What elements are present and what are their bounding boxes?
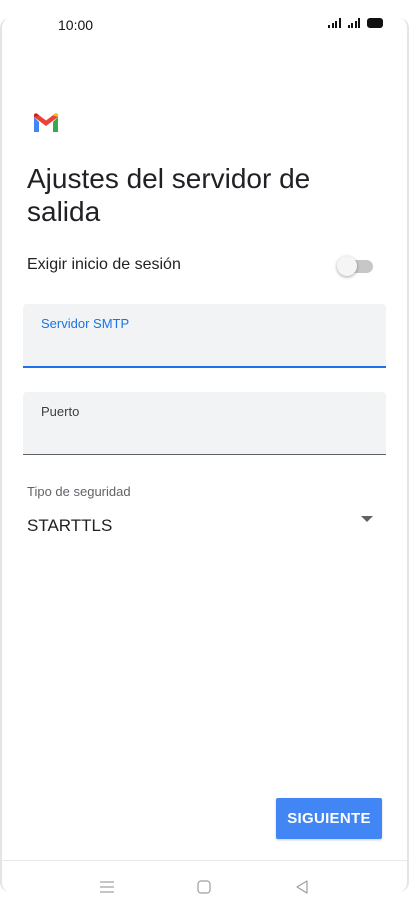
home-icon[interactable] — [192, 875, 216, 899]
battery-icon — [367, 18, 383, 28]
page-title: Ajustes del servidor de salida — [27, 163, 311, 227]
next-button[interactable]: SIGUIENTE — [276, 798, 382, 839]
port-label: Puerto — [41, 404, 80, 419]
require-login-toggle[interactable] — [337, 256, 373, 276]
security-type-dropdown[interactable]: STARTTLS — [27, 510, 373, 540]
menu-icon[interactable] — [95, 875, 119, 899]
gmail-icon — [33, 113, 59, 133]
device-edge-right — [399, 18, 409, 892]
back-icon[interactable] — [290, 875, 314, 899]
dropdown-arrow-icon — [361, 516, 373, 522]
port-input[interactable] — [41, 426, 368, 448]
navigation-bar — [0, 860, 409, 910]
phone-screen: 10:00 Ajustes del servidor de salida Exi… — [0, 0, 409, 910]
port-field[interactable]: Puerto — [23, 392, 386, 455]
smtp-server-field[interactable]: Servidor SMTP — [23, 304, 386, 368]
status-bar: 10:00 — [0, 0, 409, 50]
signal-icon-2 — [347, 18, 360, 28]
toggle-thumb — [337, 256, 357, 276]
status-time: 10:00 — [58, 17, 94, 33]
security-type-label: Tipo de seguridad — [27, 484, 131, 499]
security-type-value: STARTTLS — [27, 516, 113, 535]
device-edge-left — [0, 18, 10, 892]
smtp-server-label: Servidor SMTP — [41, 316, 130, 331]
signal-icon — [328, 18, 341, 28]
smtp-server-input[interactable] — [41, 338, 368, 360]
require-login-row: Exigir inicio de sesión — [27, 250, 373, 280]
require-login-label: Exigir inicio de sesión — [27, 256, 181, 273]
status-icons — [328, 18, 383, 28]
